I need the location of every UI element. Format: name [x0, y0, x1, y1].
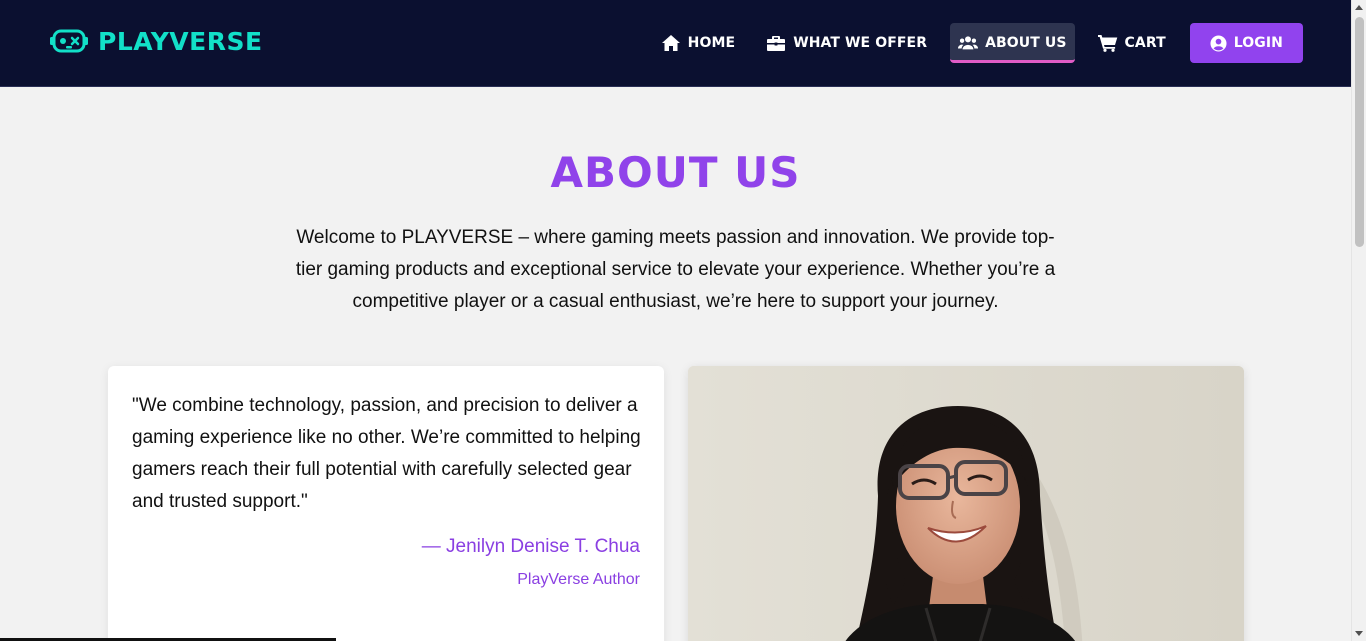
- users-icon: [958, 36, 979, 50]
- quote-author-role: PlayVerse Author: [517, 571, 640, 588]
- author-portrait-image: [688, 366, 1244, 641]
- scroll-up-icon[interactable]: [1355, 5, 1363, 10]
- nav-cart[interactable]: CART: [1090, 23, 1174, 63]
- page-title: ABOUT US: [550, 148, 801, 197]
- nav-home[interactable]: HOME: [653, 23, 744, 63]
- intro-paragraph: Welcome to PLAYVERSE – where gaming meet…: [295, 227, 1056, 312]
- robot-controller-icon: [50, 29, 88, 53]
- nav-what-we-offer[interactable]: WHAT WE OFFER: [758, 23, 935, 63]
- nav-cart-label: CART: [1124, 35, 1166, 51]
- quote-text: "We combine technology, passion, and pre…: [132, 395, 641, 512]
- quote-author: — Jenilyn Denise T. Chua: [421, 536, 640, 557]
- page-scrollbar[interactable]: [1351, 0, 1366, 641]
- page: PLAYVERSE HOME WHAT WE OFFER ABOUT US CA…: [0, 0, 1351, 641]
- home-icon: [661, 35, 680, 51]
- login-label: LOGIN: [1233, 35, 1283, 51]
- main-nav: HOME WHAT WE OFFER ABOUT US CART LOGIN: [638, 23, 1303, 63]
- quote-card: "We combine technology, passion, and pre…: [108, 366, 664, 641]
- scroll-down-icon[interactable]: [1355, 631, 1363, 636]
- user-circle-icon: [1210, 34, 1227, 52]
- brand-name: PLAYVERSE: [98, 26, 263, 56]
- login-button[interactable]: LOGIN: [1189, 23, 1303, 63]
- briefcase-icon: [767, 36, 786, 51]
- nav-what-we-offer-label: WHAT WE OFFER: [793, 35, 928, 51]
- nav-about-us-label: ABOUT US: [985, 35, 1067, 51]
- author-photo: [688, 366, 1244, 641]
- nav-home-label: HOME: [687, 35, 736, 51]
- nav-about-us[interactable]: ABOUT US: [950, 23, 1075, 63]
- brand-logo[interactable]: PLAYVERSE: [50, 26, 263, 56]
- scroll-thumb[interactable]: [1355, 17, 1364, 247]
- cart-icon: [1097, 35, 1117, 52]
- site-header: PLAYVERSE HOME WHAT WE OFFER ABOUT US CA…: [0, 0, 1351, 87]
